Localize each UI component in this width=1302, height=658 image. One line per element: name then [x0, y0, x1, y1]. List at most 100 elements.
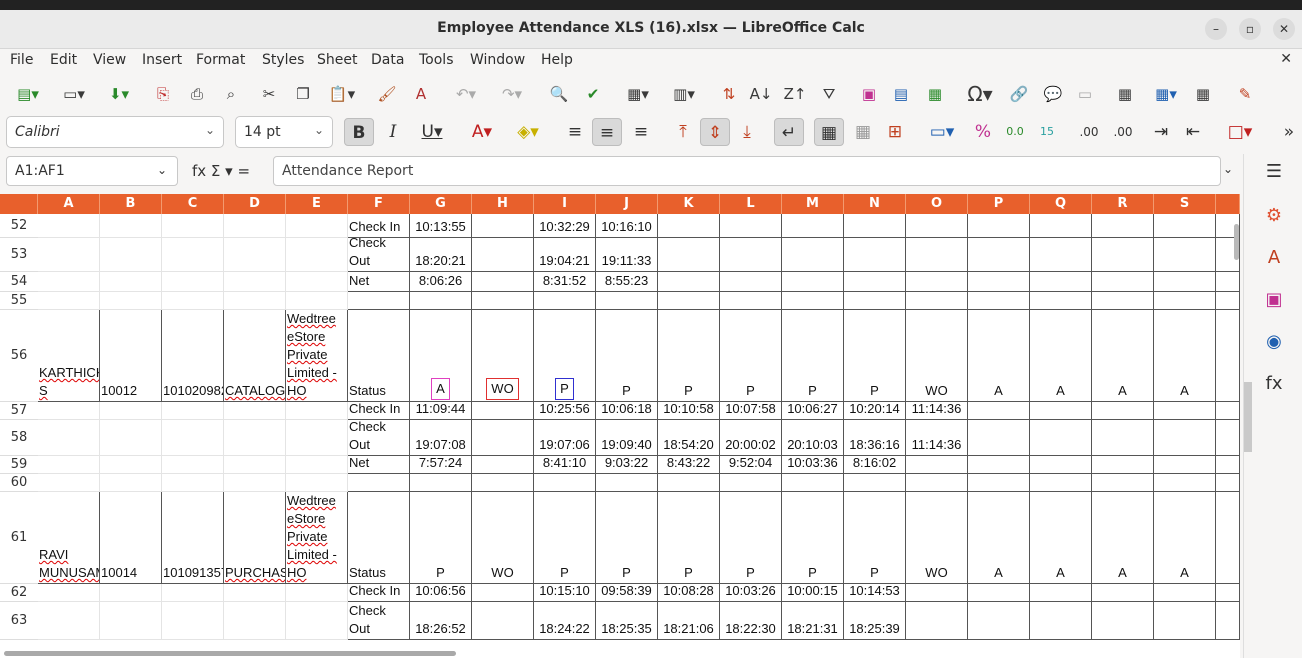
- cell-b54[interactable]: [100, 272, 162, 292]
- cell-l57[interactable]: 10:07:58: [720, 402, 782, 420]
- cell-r52[interactable]: [1092, 214, 1154, 238]
- horizontal-scrollbar[interactable]: [0, 650, 1240, 658]
- cell-e62[interactable]: [286, 584, 348, 602]
- cell-m59[interactable]: 10:03:36: [782, 456, 844, 474]
- cell-d54[interactable]: [224, 272, 286, 292]
- cell-i53[interactable]: 19:04:21: [534, 238, 596, 272]
- cell-g56[interactable]: A: [410, 310, 472, 402]
- cell-f55[interactable]: [348, 292, 410, 310]
- cell-h57[interactable]: [472, 402, 534, 420]
- cell-n54[interactable]: [844, 272, 906, 292]
- cell-n62[interactable]: 10:14:53: [844, 584, 906, 602]
- cell-q58[interactable]: [1030, 420, 1092, 456]
- row-header-54[interactable]: 54: [0, 272, 38, 292]
- cell-g62[interactable]: 10:06:56: [410, 584, 472, 602]
- currency-format-icon[interactable]: ▭▾: [922, 118, 962, 146]
- cell-b55[interactable]: [100, 292, 162, 310]
- cell-n56[interactable]: P: [844, 310, 906, 402]
- cell-q61[interactable]: A: [1030, 492, 1092, 584]
- cell-a61[interactable]: RAVI MUNUSAMY: [38, 492, 100, 584]
- column-icon[interactable]: ▥▾: [664, 82, 704, 106]
- cell-d63[interactable]: [224, 602, 286, 640]
- cell-e60[interactable]: [286, 474, 348, 492]
- cell-n58[interactable]: 18:36:16: [844, 420, 906, 456]
- cell-j63[interactable]: 18:25:35: [596, 602, 658, 640]
- cell-s58[interactable]: [1154, 420, 1216, 456]
- cell-r57[interactable]: [1092, 402, 1154, 420]
- cell-h60[interactable]: [472, 474, 534, 492]
- row-header-52[interactable]: 52: [0, 214, 38, 238]
- merge-cells-icon[interactable]: ▦: [848, 118, 878, 146]
- pivot-table-icon[interactable]: ▦: [922, 82, 948, 106]
- cell-k54[interactable]: [658, 272, 720, 292]
- cell-a55[interactable]: [38, 292, 100, 310]
- column-header-g[interactable]: G: [410, 194, 472, 214]
- cell-p59[interactable]: [968, 456, 1030, 474]
- cell-h61[interactable]: WO: [472, 492, 534, 584]
- cell-j57[interactable]: 10:06:18: [596, 402, 658, 420]
- cell-q53[interactable]: [1030, 238, 1092, 272]
- cell-b52[interactable]: [100, 214, 162, 238]
- cell-d55[interactable]: [224, 292, 286, 310]
- cell-c57[interactable]: [162, 402, 224, 420]
- cell-q59[interactable]: [1030, 456, 1092, 474]
- draw-functions-icon[interactable]: ✎: [1232, 82, 1258, 106]
- cell-c58[interactable]: [162, 420, 224, 456]
- cell-l59[interactable]: 9:52:04: [720, 456, 782, 474]
- cell-e56[interactable]: Wedtree eStore Private Limited - HO: [286, 310, 348, 402]
- row-header-58[interactable]: 58: [0, 420, 38, 456]
- cell-q54[interactable]: [1030, 272, 1092, 292]
- menu-sheet[interactable]: Sheet: [317, 52, 357, 68]
- row-header-55[interactable]: 55: [0, 292, 38, 310]
- cell-j62[interactable]: 09:58:39: [596, 584, 658, 602]
- column-header-s[interactable]: S: [1154, 194, 1216, 214]
- cell-p63[interactable]: [968, 602, 1030, 640]
- cell-k59[interactable]: 8:43:22: [658, 456, 720, 474]
- cell-c62[interactable]: [162, 584, 224, 602]
- cell-d56[interactable]: CATALOGUE: [224, 310, 286, 402]
- find-replace-icon[interactable]: 🔍: [546, 82, 572, 106]
- export-pdf-icon[interactable]: ⎘: [150, 82, 176, 106]
- sidebar-resize-handle[interactable]: [1244, 382, 1252, 452]
- cell-l58[interactable]: 20:00:02: [720, 420, 782, 456]
- cell-e57[interactable]: [286, 402, 348, 420]
- column-header-d[interactable]: D: [224, 194, 286, 214]
- clear-formatting-icon[interactable]: A: [408, 82, 434, 106]
- cell-o52[interactable]: [906, 214, 968, 238]
- cell-e58[interactable]: [286, 420, 348, 456]
- cell-n60[interactable]: [844, 474, 906, 492]
- cell-g58[interactable]: 19:07:08: [410, 420, 472, 456]
- cell-m57[interactable]: 10:06:27: [782, 402, 844, 420]
- cell-n52[interactable]: [844, 214, 906, 238]
- scrollbar-thumb[interactable]: [4, 651, 456, 656]
- cell-f56[interactable]: Status: [348, 310, 410, 402]
- cell-a59[interactable]: [38, 456, 100, 474]
- borders-icon[interactable]: □▾: [1220, 118, 1260, 146]
- row-icon[interactable]: ▦▾: [618, 82, 658, 106]
- cell-o63[interactable]: [906, 602, 968, 640]
- cell-r55[interactable]: [1092, 292, 1154, 310]
- header-footer-icon[interactable]: ▭: [1072, 82, 1098, 106]
- cell-o55[interactable]: [906, 292, 968, 310]
- cell-m58[interactable]: 20:10:03: [782, 420, 844, 456]
- menu-icon[interactable]: ☰: [1262, 160, 1286, 184]
- scrollbar-thumb[interactable]: [1234, 224, 1239, 260]
- cell-n53[interactable]: [844, 238, 906, 272]
- increase-indent-icon[interactable]: ⇥: [1146, 118, 1176, 146]
- wrap-text-icon[interactable]: ↵: [774, 118, 804, 146]
- cell-p54[interactable]: [968, 272, 1030, 292]
- gallery-icon[interactable]: ▣: [1262, 288, 1286, 312]
- cell-s56[interactable]: A: [1154, 310, 1216, 402]
- cell-m52[interactable]: [782, 214, 844, 238]
- cell-e55[interactable]: [286, 292, 348, 310]
- align-right-icon[interactable]: ≡: [626, 118, 656, 146]
- cell-q56[interactable]: A: [1030, 310, 1092, 402]
- column-header-q[interactable]: Q: [1030, 194, 1092, 214]
- cell-i58[interactable]: 19:07:06: [534, 420, 596, 456]
- formula-input[interactable]: Attendance Report: [273, 156, 1221, 186]
- insert-image-icon[interactable]: ▣: [856, 82, 882, 106]
- menu-window[interactable]: Window: [470, 52, 525, 68]
- cell-a52[interactable]: [38, 214, 100, 238]
- row-header-53[interactable]: 53: [0, 238, 38, 272]
- cell-i62[interactable]: 10:15:10: [534, 584, 596, 602]
